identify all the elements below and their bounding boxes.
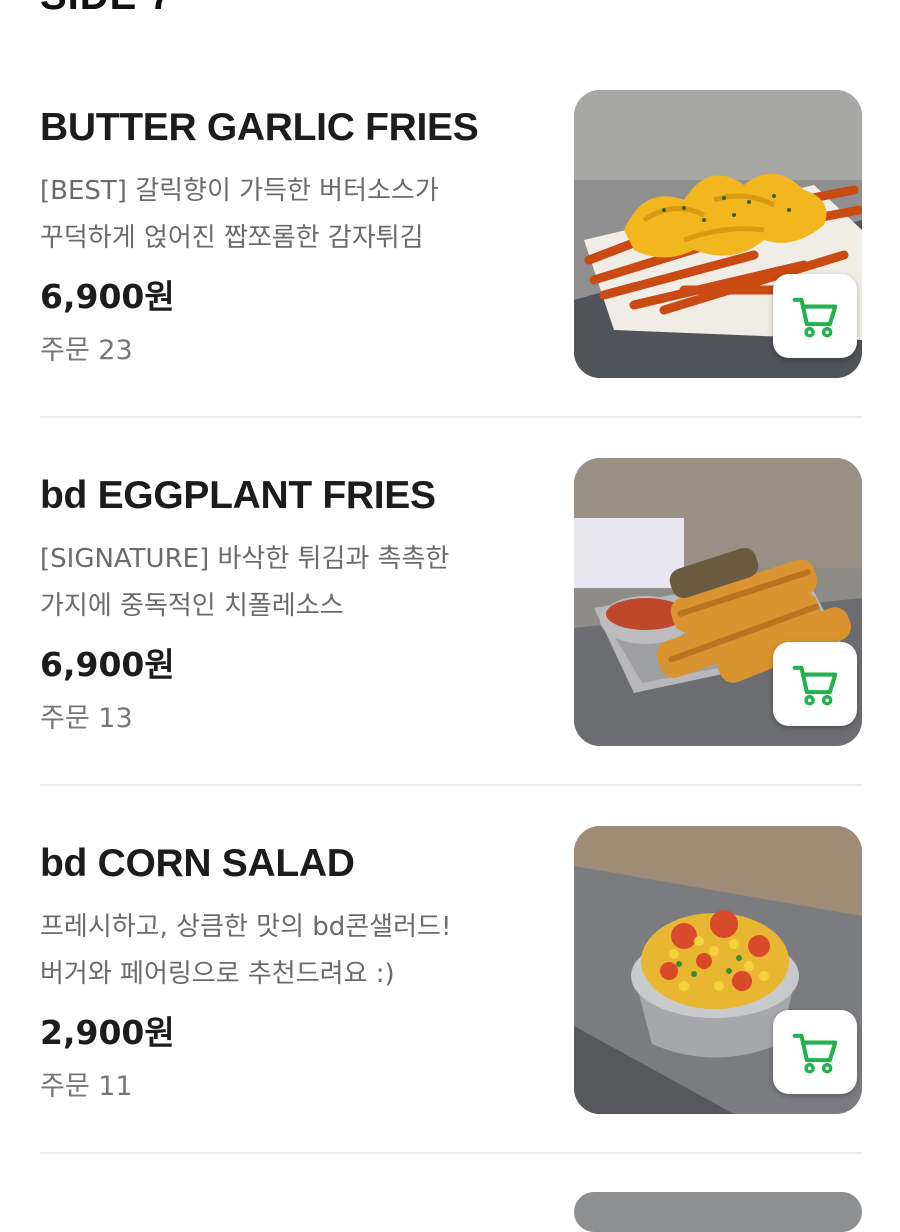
divider [40, 416, 862, 418]
item-order-count: 주문 23 [40, 335, 133, 366]
cart-icon [792, 665, 838, 706]
item-order-count: 주문 13 [40, 703, 133, 734]
item-order-count: 주문 11 [40, 1071, 133, 1102]
add-to-cart-button[interactable] [773, 1010, 857, 1094]
item-image[interactable] [574, 458, 862, 746]
section-title: SIDE 7 [40, 0, 173, 19]
menu-item[interactable]: BUTTER GARLIC FRIES [BEST] 갈릭향이 가득한 버터소스… [0, 90, 900, 458]
divider [40, 784, 862, 786]
menu-item[interactable]: bd CORN SALAD 프레시하고, 상큼한 맛의 bd콘샐러드! 버거와 … [0, 826, 900, 1194]
add-to-cart-button[interactable] [773, 642, 857, 726]
item-description: 프레시하고, 상큼한 맛의 bd콘샐러드! 버거와 페어링으로 추천드려요 :) [40, 904, 540, 998]
cart-icon [792, 1033, 838, 1074]
next-item-image[interactable] [574, 1192, 862, 1232]
item-price: 6,900원 [40, 645, 175, 684]
item-description-line: 프레시하고, 상큼한 맛의 bd콘샐러드! [40, 912, 452, 942]
item-image[interactable] [574, 90, 862, 378]
item-price: 6,900원 [40, 277, 175, 316]
add-to-cart-button[interactable] [773, 274, 857, 358]
cart-icon [792, 297, 838, 338]
item-description-line: 가지에 중독적인 치폴레소스 [40, 591, 344, 621]
item-name: bd CORN SALAD [40, 842, 355, 885]
item-price: 2,900원 [40, 1013, 175, 1052]
item-name: bd EGGPLANT FRIES [40, 474, 436, 517]
divider [40, 1152, 862, 1154]
item-description: [BEST] 갈릭향이 가득한 버터소스가 꾸덕하게 얹어진 짭쪼롬한 감자튀김 [40, 168, 540, 262]
item-description-line: [BEST] 갈릭향이 가득한 버터소스가 [40, 176, 439, 206]
item-description-line: 버거와 페어링으로 추천드려요 :) [40, 959, 395, 989]
item-name: BUTTER GARLIC FRIES [40, 106, 479, 149]
item-image[interactable] [574, 826, 862, 1114]
item-description: [SIGNATURE] 바삭한 튀김과 촉촉한 가지에 중독적인 치폴레소스 [40, 536, 540, 630]
item-description-line: [SIGNATURE] 바삭한 튀김과 촉촉한 [40, 544, 450, 574]
menu-item[interactable]: bd EGGPLANT FRIES [SIGNATURE] 바삭한 튀김과 촉촉… [0, 458, 900, 826]
item-description-line: 꾸덕하게 얹어진 짭쪼롬한 감자튀김 [40, 223, 424, 253]
